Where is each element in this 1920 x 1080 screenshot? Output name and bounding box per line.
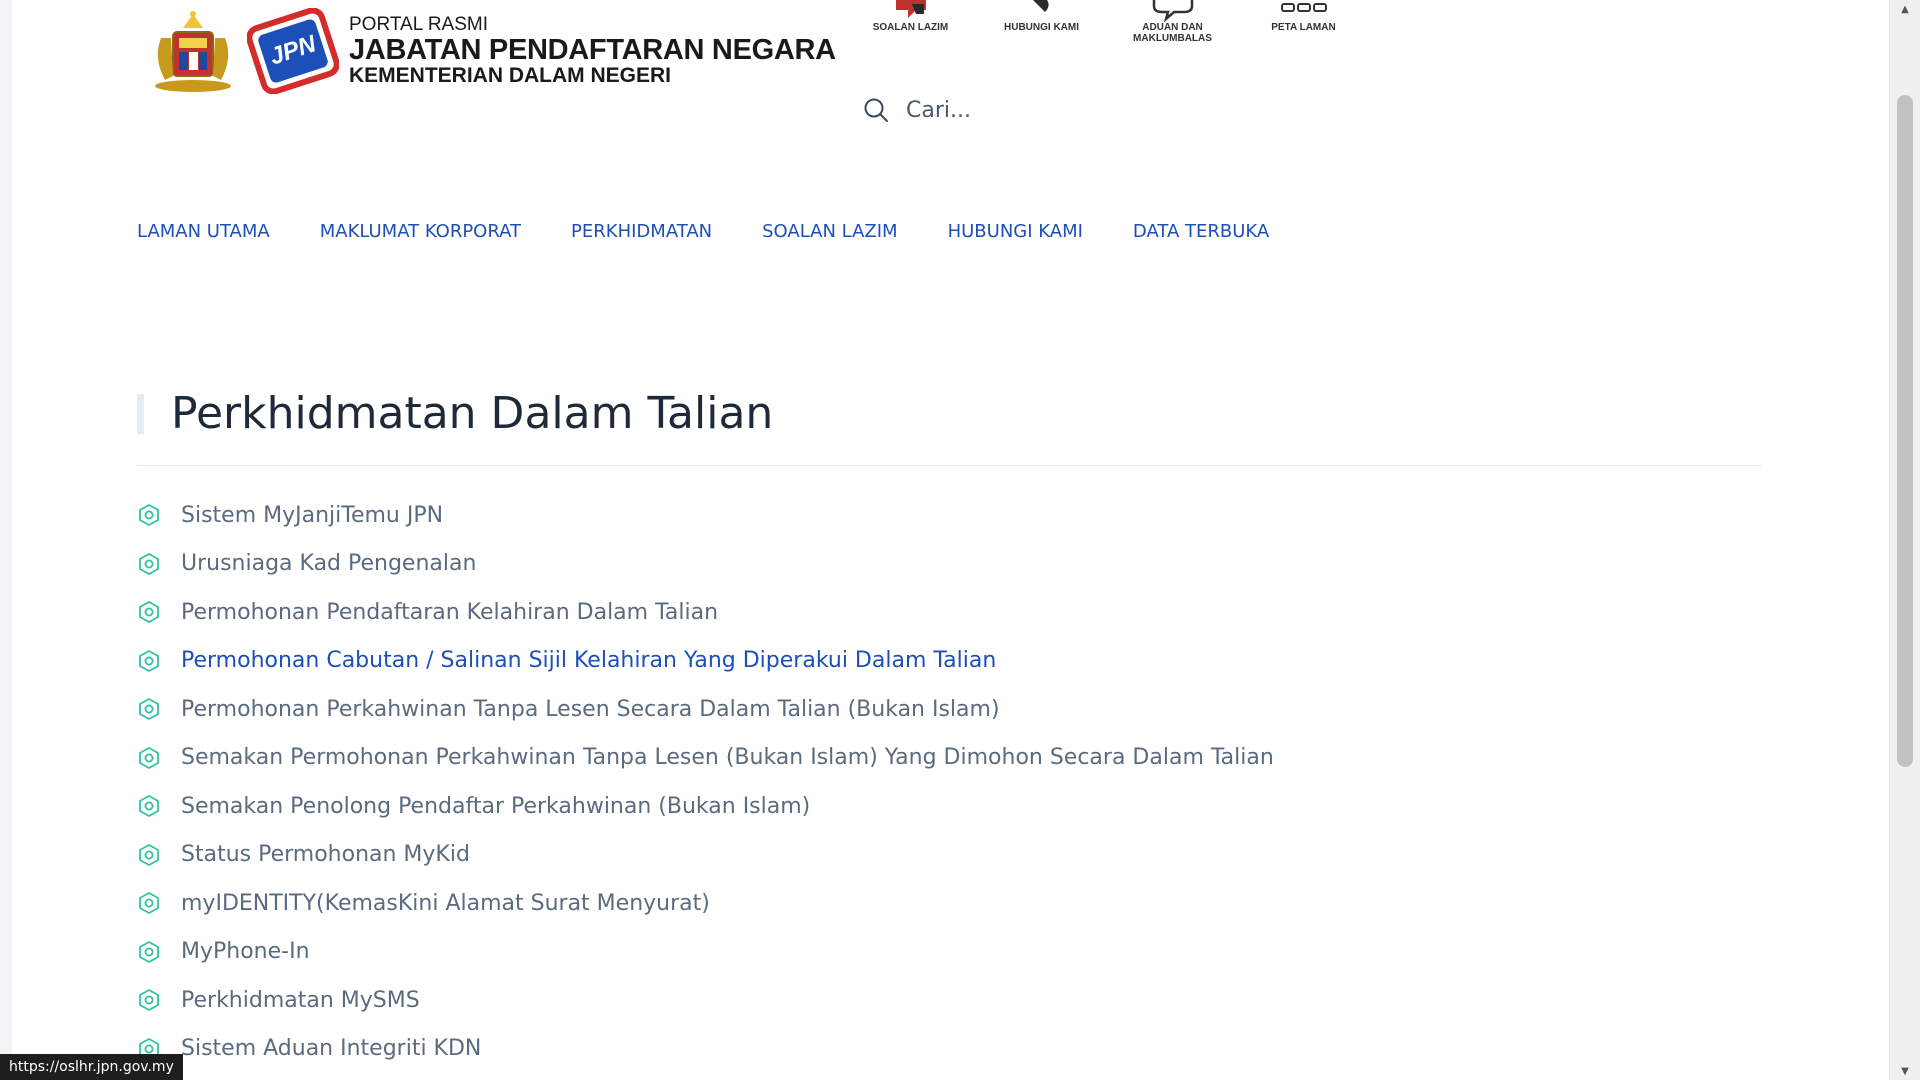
- quicklink-label: ADUAN DAN MAKLUMBALAS: [1133, 22, 1212, 44]
- faq-icon: [895, 0, 926, 18]
- hexagon-bullet-icon: [139, 940, 159, 963]
- service-link[interactable]: myIDENTITY(KemasKini Alamat Surat Menyur…: [181, 891, 710, 916]
- scroll-down-arrow-icon[interactable]: ▼: [1890, 1062, 1920, 1080]
- chat-bubble-icon: [1152, 0, 1193, 22]
- nav-laman-utama[interactable]: LAMAN UTAMA: [137, 221, 270, 242]
- hexagon-bullet-icon: [139, 746, 159, 769]
- service-link[interactable]: Sistem Aduan Integriti KDN: [181, 1036, 481, 1061]
- hexagon-bullet-icon: [139, 843, 159, 866]
- service-link[interactable]: Permohonan Perkahwinan Tanpa Lesen Secar…: [181, 697, 1000, 722]
- quicklink-soalan-lazim[interactable]: SOALAN LAZIM: [845, 0, 976, 44]
- coat-of-arms-icon: [155, 11, 231, 92]
- service-link[interactable]: Permohonan Cabutan / Salinan Sijil Kelah…: [181, 648, 996, 673]
- service-item: Permohonan Cabutan / Salinan Sijil Kelah…: [137, 637, 1274, 686]
- search-icon[interactable]: [862, 96, 890, 124]
- service-link[interactable]: Status Permohonan MyKid: [181, 842, 470, 867]
- nav-maklumat-korporat[interactable]: MAKLUMAT KORPORAT: [320, 221, 521, 242]
- service-link[interactable]: Perkhidmatan MySMS: [181, 988, 420, 1013]
- hexagon-bullet-icon: [139, 989, 159, 1012]
- quicklink-aduan[interactable]: ADUAN DAN MAKLUMBALAS: [1107, 0, 1238, 44]
- page-title: Perkhidmatan Dalam Talian: [171, 388, 774, 439]
- service-item: MyPhone-In: [137, 928, 1274, 977]
- hexagon-bullet-icon: [139, 649, 159, 672]
- hexagon-bullet-icon: [139, 892, 159, 915]
- search-box: [862, 96, 1146, 124]
- hexagon-bullet-icon: [139, 504, 159, 527]
- service-item: Permohonan Pendaftaran Kelahiran Dalam T…: [137, 588, 1274, 637]
- title-divider: [137, 465, 1762, 466]
- service-item: Status Permohonan MyKid: [137, 831, 1274, 880]
- scrollbar-thumb[interactable]: [1897, 95, 1913, 767]
- quicklink-label: PETA LAMAN: [1271, 22, 1336, 33]
- logo-line-2: JABATAN PENDAFTARAN NEGARA: [349, 33, 836, 66]
- nav-data-terbuka[interactable]: DATA TERBUKA: [1133, 221, 1269, 242]
- site-logo[interactable]: JPN PORTAL RASMI JABATAN PENDAFTARAN NEG…: [143, 6, 836, 96]
- logo-line-3: KEMENTERIAN DALAM NEGERI: [349, 64, 672, 88]
- page-title-wrap: Perkhidmatan Dalam Talian: [137, 388, 773, 439]
- logo-line-1: PORTAL RASMI: [349, 13, 489, 35]
- logo-text: PORTAL RASMI JABATAN PENDAFTARAN NEGARA …: [349, 13, 836, 88]
- nav-hubungi-kami[interactable]: HUBUNGI KAMI: [948, 221, 1083, 242]
- service-link[interactable]: Semakan Permohonan Perkahwinan Tanpa Les…: [181, 745, 1274, 770]
- quick-links: SOALAN LAZIM HUBUNGI KAMI ADUAN DAN MAKL…: [845, 0, 1369, 44]
- sitemap-icon: [1280, 3, 1327, 12]
- quicklink-label: SOALAN LAZIM: [872, 22, 949, 33]
- quicklink-label: HUBUNGI KAMI: [1004, 22, 1079, 33]
- search-input[interactable]: [906, 97, 1146, 123]
- service-item: Permohonan Perkahwinan Tanpa Lesen Secar…: [137, 685, 1274, 734]
- hexagon-bullet-icon: [139, 795, 159, 818]
- service-item: Sistem Aduan Integriti KDN: [137, 1025, 1274, 1074]
- service-item: Perkhidmatan MySMS: [137, 976, 1274, 1025]
- jpn-logo-icon: JPN: [247, 8, 339, 94]
- hexagon-bullet-icon: [139, 601, 159, 624]
- service-item: Semakan Penolong Pendaftar Perkahwinan (…: [137, 782, 1274, 831]
- page-left-edge: [0, 0, 12, 1080]
- service-link[interactable]: Sistem MyJanjiTemu JPN: [181, 503, 443, 528]
- service-item: myIDENTITY(KemasKini Alamat Surat Menyur…: [137, 879, 1274, 928]
- service-link[interactable]: Permohonan Pendaftaran Kelahiran Dalam T…: [181, 600, 718, 625]
- service-link[interactable]: Urusniaga Kad Pengenalan: [181, 551, 476, 576]
- nav-perkhidmatan[interactable]: PERKHIDMATAN: [571, 221, 712, 242]
- vertical-scrollbar[interactable]: ▲ ▼: [1889, 0, 1920, 1080]
- title-accent-bar: [137, 393, 144, 434]
- phone-icon: [1032, 0, 1049, 12]
- hexagon-bullet-icon: [139, 698, 159, 721]
- service-link[interactable]: MyPhone-In: [181, 939, 310, 964]
- hexagon-bullet-icon: [139, 552, 159, 575]
- link-status-bar: https://oslhr.jpn.gov.my: [0, 1054, 183, 1080]
- service-item: Urusniaga Kad Pengenalan: [137, 540, 1274, 589]
- service-link[interactable]: Semakan Penolong Pendaftar Perkahwinan (…: [181, 794, 810, 819]
- quicklink-peta-laman[interactable]: PETA LAMAN: [1238, 0, 1369, 44]
- service-item: Sistem MyJanjiTemu JPN: [137, 491, 1274, 540]
- services-list: Sistem MyJanjiTemu JPN Urusniaga Kad Peng…: [137, 491, 1274, 1073]
- quicklink-hubungi-kami[interactable]: HUBUNGI KAMI: [976, 0, 1107, 44]
- nav-soalan-lazim[interactable]: SOALAN LAZIM: [762, 221, 897, 242]
- scroll-up-arrow-icon[interactable]: ▲: [1890, 0, 1920, 18]
- main-nav: LAMAN UTAMA MAKLUMAT KORPORAT PERKHIDMAT…: [137, 221, 1319, 242]
- service-item: Semakan Permohonan Perkahwinan Tanpa Les…: [137, 734, 1274, 783]
